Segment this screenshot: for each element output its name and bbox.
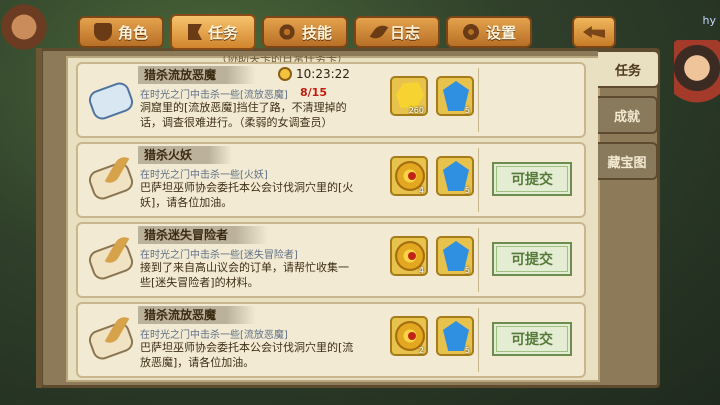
quest-description: 洞窟里的[流放恶魔]挡住了路，不清理掉的话，调查很难进行。（柔弱的女调查员）: [140, 101, 347, 129]
divider: [478, 228, 479, 292]
tab-quests[interactable]: 任务: [170, 14, 256, 50]
quest-target: 在时光之门中击杀一些[流放恶魔]: [140, 90, 288, 101]
reward-diamond[interactable]: 5: [436, 156, 474, 196]
submit-button[interactable]: 可提交: [492, 242, 572, 276]
quest-scroll-icon: [84, 152, 136, 203]
quest-target: 在时光之门中击杀一些[迷失冒险者]: [140, 250, 298, 261]
quest-description: 接到了来自高山议会的订单，请帮忙收集一些[迷失冒险者]的材料。: [140, 261, 349, 289]
top-tab-bar: 角色 任务 技能 日志 设置: [78, 14, 532, 50]
divider: [478, 68, 479, 132]
tab-label: 技能: [301, 23, 332, 42]
reward-count: 5: [464, 186, 470, 195]
quest-scroll-icon: [84, 232, 136, 283]
tab-label: 设置: [485, 23, 516, 42]
submit-button[interactable]: 可提交: [492, 162, 572, 196]
shield-icon: [93, 23, 112, 41]
quest-item[interactable]: 猎杀火妖 在时光之门中击杀一些[火妖] 巴萨坦巫师协会委托本公会讨伐洞穴里的[火…: [76, 142, 586, 218]
flag-icon: [187, 24, 202, 40]
reward-count: 260: [408, 106, 424, 115]
quest-scroll-icon: [84, 72, 136, 123]
reward-coin[interactable]: 4: [390, 156, 428, 196]
quest-item[interactable]: 猎杀流放恶魔 在时光之门中击杀一些[流放恶魔] 巴萨坦巫师协会委托本公会讨伐洞穴…: [76, 302, 586, 378]
quest-title: 猎杀火妖: [138, 146, 233, 164]
quest-title: 猎杀流放恶魔: [138, 66, 257, 84]
quest-progress: 8/15: [300, 86, 327, 99]
reward-count: 5: [464, 106, 470, 115]
reward-coin[interactable]: 4: [390, 236, 428, 276]
tab-label: 任务: [207, 23, 238, 42]
side-tab-quests[interactable]: 任务: [598, 50, 660, 88]
quest-scroll-icon: [84, 312, 136, 363]
quest-target: 在时光之门中击杀一些[流放恶魔]: [140, 330, 288, 341]
quest-description: 巴萨坦巫师协会委托本公会讨伐洞穴里的[火妖]，请各位加油。: [140, 181, 354, 209]
reward-diamond[interactable]: 5: [436, 236, 474, 276]
gear-icon: [277, 23, 296, 41]
tab-log[interactable]: 日志: [354, 16, 440, 48]
reward-gold[interactable]: 260: [390, 76, 428, 116]
submit-button[interactable]: 可提交: [492, 322, 572, 356]
tab-settings[interactable]: 设置: [446, 16, 532, 48]
quest-title: 猎杀流放恶魔: [138, 306, 257, 324]
quest-timer: 10:23:22: [278, 67, 350, 81]
settings-icon: [461, 23, 480, 41]
quest-description: 巴萨坦巫师协会委托本公会讨伐洞穴里的[流放恶魔]，请各位加油。: [140, 341, 354, 369]
feather-icon: [369, 21, 389, 43]
quest-item[interactable]: 猎杀流放恶魔 10:23:22 在时光之门中击杀一些[流放恶魔] 8/15 洞窟…: [76, 62, 586, 138]
side-tab-achievements[interactable]: 成就: [598, 96, 658, 134]
timer-value: 10:23:22: [296, 67, 350, 81]
divider: [478, 148, 479, 212]
clock-icon: [278, 67, 292, 81]
back-arrow-icon: [583, 26, 605, 38]
quest-list[interactable]: （协助关卡的日常任务卡） 猎杀流放恶魔 10:23:22 在时光之门中击杀一些[…: [76, 56, 586, 382]
reward-count: 4: [418, 266, 424, 275]
side-tab-treasure-map[interactable]: 藏宝图: [598, 142, 658, 180]
tab-skills[interactable]: 技能: [262, 16, 348, 48]
reward-diamond[interactable]: 5: [436, 76, 474, 116]
side-tab-bar: 任务 成就 藏宝图: [598, 50, 660, 188]
reward-count: 4: [418, 186, 424, 195]
board-edge: [36, 48, 42, 388]
reward-count: 2: [418, 346, 424, 355]
quest-title: 猎杀迷失冒险者: [138, 226, 269, 244]
tab-character[interactable]: 角色: [78, 16, 164, 48]
reward-coin[interactable]: 2: [390, 316, 428, 356]
back-button[interactable]: [572, 16, 616, 48]
reward-diamond[interactable]: 5: [436, 316, 474, 356]
npc-portrait-right: [674, 40, 720, 120]
reward-count: 5: [464, 346, 470, 355]
reward-count: 5: [464, 266, 470, 275]
quest-target: 在时光之门中击杀一些[火妖]: [140, 170, 268, 181]
tab-label: 角色: [117, 23, 148, 42]
corner-label: hy: [702, 14, 716, 27]
divider: [478, 308, 479, 372]
quest-item[interactable]: 猎杀迷失冒险者 在时光之门中击杀一些[迷失冒险者] 接到了来自高山议会的订单，请…: [76, 222, 586, 298]
tab-label: 日志: [389, 23, 420, 42]
